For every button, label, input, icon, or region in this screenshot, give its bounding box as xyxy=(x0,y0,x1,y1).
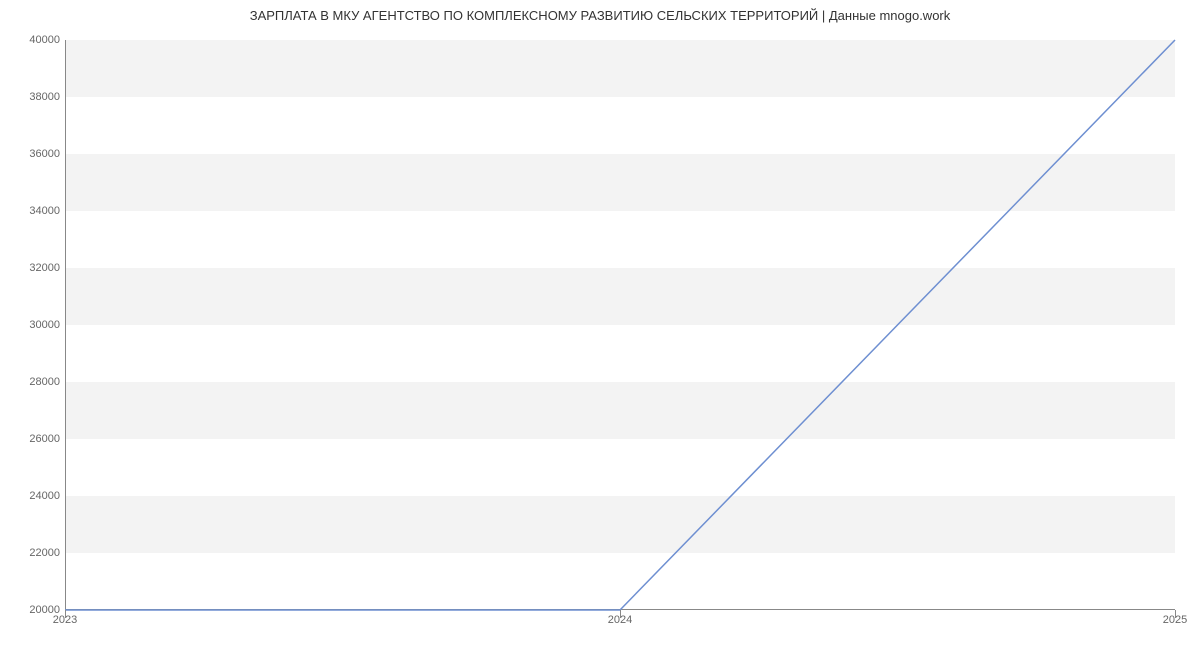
y-tick-label: 34000 xyxy=(5,205,60,217)
plot-area xyxy=(65,40,1175,610)
y-tick-label: 20000 xyxy=(5,604,60,616)
x-tick-label: 2024 xyxy=(608,614,632,626)
y-tick-label: 32000 xyxy=(5,262,60,274)
x-tick-label: 2025 xyxy=(1163,614,1187,626)
line-series xyxy=(65,40,1175,610)
y-tick-label: 36000 xyxy=(5,148,60,160)
y-tick-label: 22000 xyxy=(5,547,60,559)
y-tick-label: 30000 xyxy=(5,319,60,331)
x-tick-label: 2023 xyxy=(53,614,77,626)
y-tick-label: 28000 xyxy=(5,376,60,388)
y-tick-label: 26000 xyxy=(5,433,60,445)
y-tick-label: 24000 xyxy=(5,490,60,502)
chart-container: ЗАРПЛАТА В МКУ АГЕНТСТВО ПО КОМПЛЕКСНОМУ… xyxy=(0,0,1200,650)
y-tick-label: 38000 xyxy=(5,91,60,103)
chart-title: ЗАРПЛАТА В МКУ АГЕНТСТВО ПО КОМПЛЕКСНОМУ… xyxy=(0,8,1200,23)
y-tick-label: 40000 xyxy=(5,34,60,46)
